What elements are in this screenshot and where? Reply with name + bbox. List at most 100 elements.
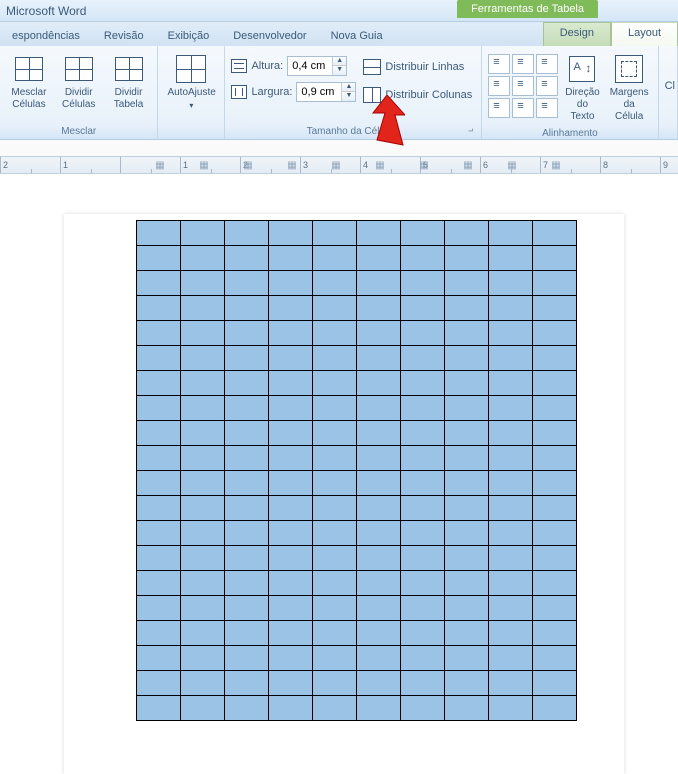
width-down[interactable]: ▼ [341,92,355,101]
table-cell[interactable] [181,621,225,646]
table-cell[interactable] [137,296,181,321]
table-row[interactable] [137,246,577,271]
table-cell[interactable] [181,346,225,371]
table-cell[interactable] [533,471,577,496]
tab-exibicao[interactable]: Exibição [156,26,222,46]
table-cell[interactable] [357,646,401,671]
table-row[interactable] [137,271,577,296]
table-cell[interactable] [181,371,225,396]
table-cell[interactable] [533,621,577,646]
table-cell[interactable] [269,646,313,671]
height-spinner[interactable]: ▲▼ [287,56,347,76]
table-cell[interactable] [181,496,225,521]
table-cell[interactable] [225,621,269,646]
ruler-column-marker[interactable] [446,157,490,174]
table-cell[interactable] [445,371,489,396]
ruler-column-marker[interactable] [270,157,314,174]
table-cell[interactable] [445,446,489,471]
table-cell[interactable] [357,446,401,471]
table-cell[interactable] [357,421,401,446]
table-cell[interactable] [313,271,357,296]
table-cell[interactable] [269,296,313,321]
split-cells-button[interactable]: Dividir Células [56,50,102,114]
ruler-column-marker[interactable] [534,157,578,174]
table-cell[interactable] [181,396,225,421]
table-cell[interactable] [401,596,445,621]
table-cell[interactable] [313,471,357,496]
table-cell[interactable] [137,271,181,296]
table-cell[interactable] [225,646,269,671]
table-cell[interactable] [445,471,489,496]
table-cell[interactable] [357,496,401,521]
table-cell[interactable] [181,546,225,571]
table-cell[interactable] [357,696,401,721]
text-direction-button[interactable]: Direção do Texto [562,50,602,126]
table-cell[interactable] [137,521,181,546]
table-cell[interactable] [181,521,225,546]
table-cell[interactable] [489,321,533,346]
table-cell[interactable] [357,346,401,371]
table-cell[interactable] [489,271,533,296]
table-cell[interactable] [181,246,225,271]
align-mr[interactable] [536,76,558,96]
table-cell[interactable] [445,546,489,571]
table-cell[interactable] [445,671,489,696]
table-cell[interactable] [445,396,489,421]
ruler-column-marker[interactable] [402,157,446,174]
table-cell[interactable] [225,321,269,346]
width-up[interactable]: ▲ [341,83,355,92]
table-cell[interactable] [445,321,489,346]
table-cell[interactable] [269,596,313,621]
table-cell[interactable] [137,546,181,571]
table-cell[interactable] [269,221,313,246]
table-cell[interactable] [533,671,577,696]
align-br[interactable] [536,98,558,118]
table-cell[interactable] [445,646,489,671]
table-cell[interactable] [533,346,577,371]
table-cell[interactable] [401,646,445,671]
table-cell[interactable] [357,471,401,496]
table-cell[interactable] [489,246,533,271]
table-cell[interactable] [181,571,225,596]
height-input[interactable] [288,58,332,74]
table-row[interactable] [137,471,577,496]
align-tr[interactable] [536,54,558,74]
table-cell[interactable] [137,396,181,421]
tab-revisao[interactable]: Revisão [92,26,156,46]
table-cell[interactable] [401,621,445,646]
table-cell[interactable] [445,596,489,621]
table-cell[interactable] [181,221,225,246]
table-cell[interactable] [313,371,357,396]
table-cell[interactable] [533,271,577,296]
align-bc[interactable] [512,98,534,118]
table-cell[interactable] [445,421,489,446]
table-cell[interactable] [533,371,577,396]
table-cell[interactable] [269,396,313,421]
table-cell[interactable] [445,296,489,321]
table-cell[interactable] [225,446,269,471]
tab-nova-guia[interactable]: Nova Guia [319,26,395,46]
table-cell[interactable] [401,346,445,371]
table-cell[interactable] [401,521,445,546]
table-cell[interactable] [181,421,225,446]
table-row[interactable] [137,646,577,671]
table-cell[interactable] [269,546,313,571]
table-cell[interactable] [225,371,269,396]
table-cell[interactable] [313,696,357,721]
table-cell[interactable] [313,646,357,671]
table-cell[interactable] [401,246,445,271]
table-cell[interactable] [401,696,445,721]
table-cell[interactable] [137,246,181,271]
table-cell[interactable] [269,496,313,521]
table-cell[interactable] [225,471,269,496]
table-row[interactable] [137,321,577,346]
table-cell[interactable] [489,671,533,696]
distribute-rows-button[interactable]: Distribuir Linhas [360,56,475,78]
table-cell[interactable] [225,571,269,596]
table-row[interactable] [137,221,577,246]
table-cell[interactable] [137,596,181,621]
table-cell[interactable] [357,546,401,571]
align-tc[interactable] [512,54,534,74]
table-cell[interactable] [445,221,489,246]
table-cell[interactable] [225,271,269,296]
